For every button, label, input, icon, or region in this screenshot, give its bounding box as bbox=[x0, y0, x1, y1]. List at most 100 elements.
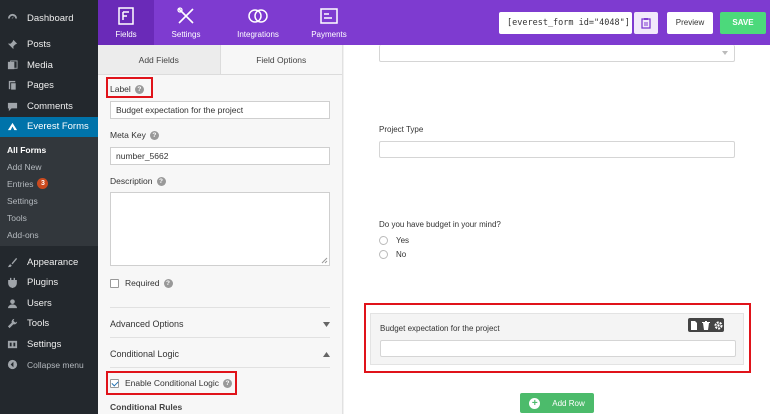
menu-plugins[interactable]: Plugins bbox=[0, 273, 98, 294]
menu-label: Collapse menu bbox=[27, 359, 84, 370]
menu-pages[interactable]: Pages bbox=[0, 76, 98, 97]
fields-icon bbox=[118, 7, 134, 25]
radio-option-no[interactable]: No bbox=[379, 250, 406, 259]
preview-button[interactable]: Preview bbox=[667, 12, 713, 34]
menu-users[interactable]: Users bbox=[0, 293, 98, 314]
radio-button[interactable] bbox=[379, 250, 388, 259]
form-builder-topbar: Fields Settings Integrations Payments [e… bbox=[98, 0, 770, 45]
menu-everest-forms[interactable]: Everest Forms bbox=[0, 116, 98, 137]
advanced-options-toggle[interactable]: Advanced Options bbox=[110, 319, 330, 329]
pages-icon bbox=[6, 80, 18, 92]
settings-button[interactable] bbox=[712, 318, 724, 332]
menu-posts[interactable]: Posts bbox=[0, 35, 98, 56]
radio-button[interactable] bbox=[379, 236, 388, 245]
help-icon[interactable]: ? bbox=[163, 278, 173, 288]
radio-option-yes[interactable]: Yes bbox=[379, 236, 409, 245]
resize-handle-icon[interactable] bbox=[321, 257, 328, 264]
help-icon[interactable]: ? bbox=[223, 378, 233, 388]
submenu-tools[interactable]: Tools bbox=[0, 209, 98, 226]
required-checkbox[interactable] bbox=[110, 278, 119, 288]
copy-shortcode-button[interactable] bbox=[634, 12, 658, 34]
meta-key-input[interactable]: number_5662 bbox=[110, 147, 330, 165]
project-type-input[interactable] bbox=[379, 141, 735, 158]
document-icon bbox=[691, 320, 697, 330]
collapse-menu-button[interactable]: Collapse menu bbox=[0, 355, 98, 376]
enable-conditional-checkbox[interactable] bbox=[110, 378, 119, 388]
tab-fields[interactable]: Fields bbox=[98, 0, 154, 45]
submenu-entries[interactable]: Entries 3 bbox=[0, 175, 98, 192]
conditional-rules-text: Conditional Rules bbox=[110, 402, 183, 412]
form-icon bbox=[6, 121, 18, 133]
add-row-button[interactable]: + Add Row bbox=[520, 393, 594, 413]
advanced-options-label: Advanced Options bbox=[110, 319, 184, 329]
description-textarea[interactable] bbox=[110, 192, 330, 266]
divider bbox=[110, 367, 330, 368]
delete-button[interactable] bbox=[700, 318, 712, 332]
plus-icon: + bbox=[529, 397, 541, 409]
tab-label: Fields bbox=[115, 30, 137, 39]
menu-label: Comments bbox=[27, 100, 73, 112]
tab-label: Settings bbox=[171, 30, 201, 39]
tab-field-options[interactable]: Field Options bbox=[219, 45, 342, 74]
budget-input[interactable] bbox=[380, 340, 736, 357]
menu-media[interactable]: Media bbox=[0, 55, 98, 76]
meta-key-caption-text: Meta Key bbox=[110, 130, 146, 140]
submenu-all-forms[interactable]: All Forms bbox=[0, 141, 98, 158]
help-icon[interactable]: ? bbox=[149, 130, 159, 140]
save-button[interactable]: SAVE bbox=[720, 12, 766, 34]
menu-label: Posts bbox=[27, 39, 51, 51]
submenu-settings[interactable]: Settings bbox=[0, 192, 98, 209]
everest-forms-submenu: All Forms Add New Entries 3 Settings Tool… bbox=[0, 137, 98, 246]
label-caption: Label ? bbox=[110, 84, 144, 94]
divider bbox=[110, 337, 330, 338]
tab-integrations[interactable]: Integrations bbox=[232, 0, 284, 45]
menu-appearance[interactable]: Appearance bbox=[0, 252, 98, 273]
help-icon[interactable]: ? bbox=[156, 176, 166, 186]
required-row: Required ? bbox=[110, 278, 173, 288]
label-caption-text: Label bbox=[110, 84, 131, 94]
enable-conditional-text: Enable Conditional Logic bbox=[125, 378, 220, 388]
field-actions bbox=[688, 318, 724, 332]
caret-up-icon bbox=[323, 351, 330, 357]
menu-dashboard[interactable]: Dashboard bbox=[0, 8, 98, 29]
panel-tabs: Add Fields Field Options bbox=[98, 45, 342, 75]
menu-comments[interactable]: Comments bbox=[0, 96, 98, 117]
conditional-logic-label: Conditional Logic bbox=[110, 349, 180, 359]
tab-settings[interactable]: Settings bbox=[168, 0, 204, 45]
label-input[interactable]: Budget expectation for the project bbox=[110, 101, 330, 119]
caret-down-icon bbox=[323, 321, 330, 327]
menu-label: Dashboard bbox=[27, 12, 74, 24]
enable-conditional-row: Enable Conditional Logic ? bbox=[110, 378, 233, 388]
submenu-add-ons[interactable]: Add-ons bbox=[0, 226, 98, 243]
meta-key-caption: Meta Key ? bbox=[110, 130, 159, 140]
field-label: Do you have budget in your mind? bbox=[379, 220, 501, 229]
settings-icon bbox=[6, 338, 18, 350]
menu-settings[interactable]: Settings bbox=[0, 334, 98, 355]
brush-icon bbox=[6, 256, 18, 268]
required-caption-text: Required bbox=[125, 278, 160, 288]
conditional-logic-toggle[interactable]: Conditional Logic bbox=[110, 349, 330, 359]
payments-icon bbox=[320, 8, 338, 24]
conditional-rules-heading: Conditional Rules bbox=[110, 402, 182, 412]
gear-icon bbox=[714, 321, 722, 329]
plugin-icon bbox=[6, 277, 18, 289]
tab-add-fields[interactable]: Add Fields bbox=[98, 45, 220, 74]
menu-label: Settings bbox=[27, 338, 62, 350]
rings-icon bbox=[248, 9, 268, 23]
chevron-down-icon bbox=[722, 51, 728, 55]
submenu-add-new[interactable]: Add New bbox=[0, 158, 98, 175]
menu-tools[interactable]: Tools bbox=[0, 314, 98, 335]
submenu-label: Add-ons bbox=[7, 229, 39, 240]
radio-label: Yes bbox=[396, 236, 410, 245]
help-icon[interactable]: ? bbox=[134, 84, 144, 94]
description-caption-text: Description bbox=[110, 176, 153, 186]
duplicate-button[interactable] bbox=[688, 318, 700, 332]
menu-label: Media bbox=[27, 59, 53, 71]
submenu-label: Settings bbox=[7, 195, 38, 206]
field-label: Project Type bbox=[379, 125, 424, 134]
menu-label: Everest Forms bbox=[27, 121, 89, 133]
select-field-preview[interactable] bbox=[379, 45, 735, 62]
user-icon bbox=[6, 297, 18, 309]
tab-payments[interactable]: Payments bbox=[307, 0, 351, 45]
shortcode-field[interactable]: [everest_form id="4048"] bbox=[499, 12, 632, 34]
